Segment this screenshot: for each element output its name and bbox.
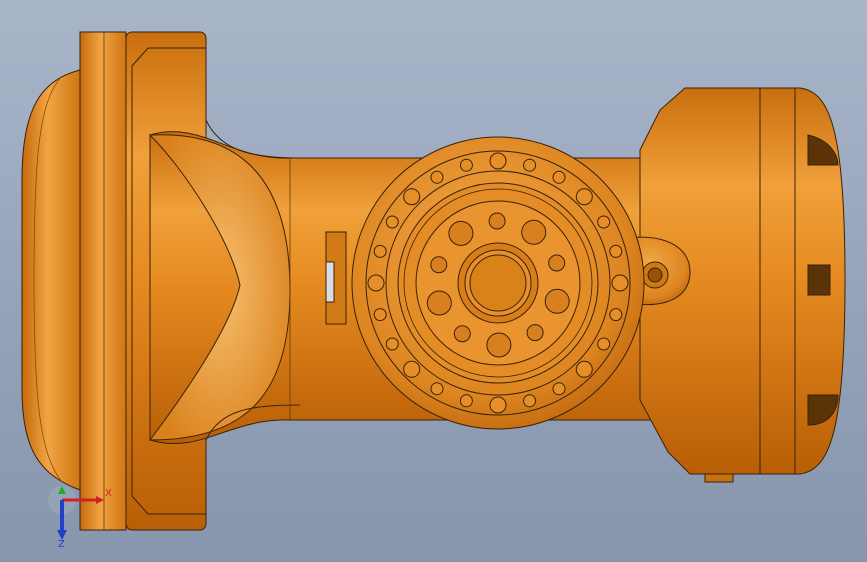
bolt-hole <box>523 394 537 408</box>
bolt-hole <box>403 360 421 378</box>
bolt-hole <box>373 244 387 258</box>
inner-bolt-hole <box>426 290 452 316</box>
bolt-hole <box>575 188 593 206</box>
bolt-hole <box>489 152 507 170</box>
inner-bolt-hole <box>548 254 566 272</box>
bolt-hole <box>611 274 629 292</box>
left-end-cap <box>21 69 81 491</box>
bolt-hole <box>385 337 399 351</box>
inner-bolt-hole <box>430 256 448 274</box>
bolt-hole <box>367 274 385 292</box>
inner-bolt-hole <box>544 288 570 314</box>
inner-bolt-hole <box>453 325 471 343</box>
bearing-ring <box>351 136 645 430</box>
bolt-hole <box>403 188 421 206</box>
inner-bolt-hole <box>526 324 544 342</box>
x-axis-label: X <box>105 488 112 499</box>
bolt-hole <box>459 158 473 172</box>
inner-bolt-hole <box>486 332 512 358</box>
part-model[interactable] <box>0 0 867 562</box>
bolt-hole <box>575 360 593 378</box>
3d-viewport[interactable]: X Z <box>0 0 867 562</box>
bolt-hole <box>385 215 399 229</box>
bolt-hole <box>430 382 444 396</box>
bolt-hole <box>552 170 566 184</box>
bolt-hole <box>430 170 444 184</box>
bolt-hole <box>609 244 623 258</box>
bolt-hole <box>552 382 566 396</box>
coordinate-triad: X Z <box>48 486 112 548</box>
z-axis-label: Z <box>58 539 65 548</box>
bolt-hole <box>609 308 623 322</box>
inner-bolt-hole <box>521 219 547 245</box>
left-boss <box>325 231 347 325</box>
inner-bolt-hole <box>448 220 474 246</box>
bolt-hole <box>459 394 473 408</box>
bolt-hole <box>523 158 537 172</box>
bolt-hole <box>597 337 611 351</box>
inner-bolt-hole <box>488 212 506 230</box>
bolt-hole <box>597 215 611 229</box>
bolt-hole <box>489 396 507 414</box>
bolt-hole <box>373 308 387 322</box>
